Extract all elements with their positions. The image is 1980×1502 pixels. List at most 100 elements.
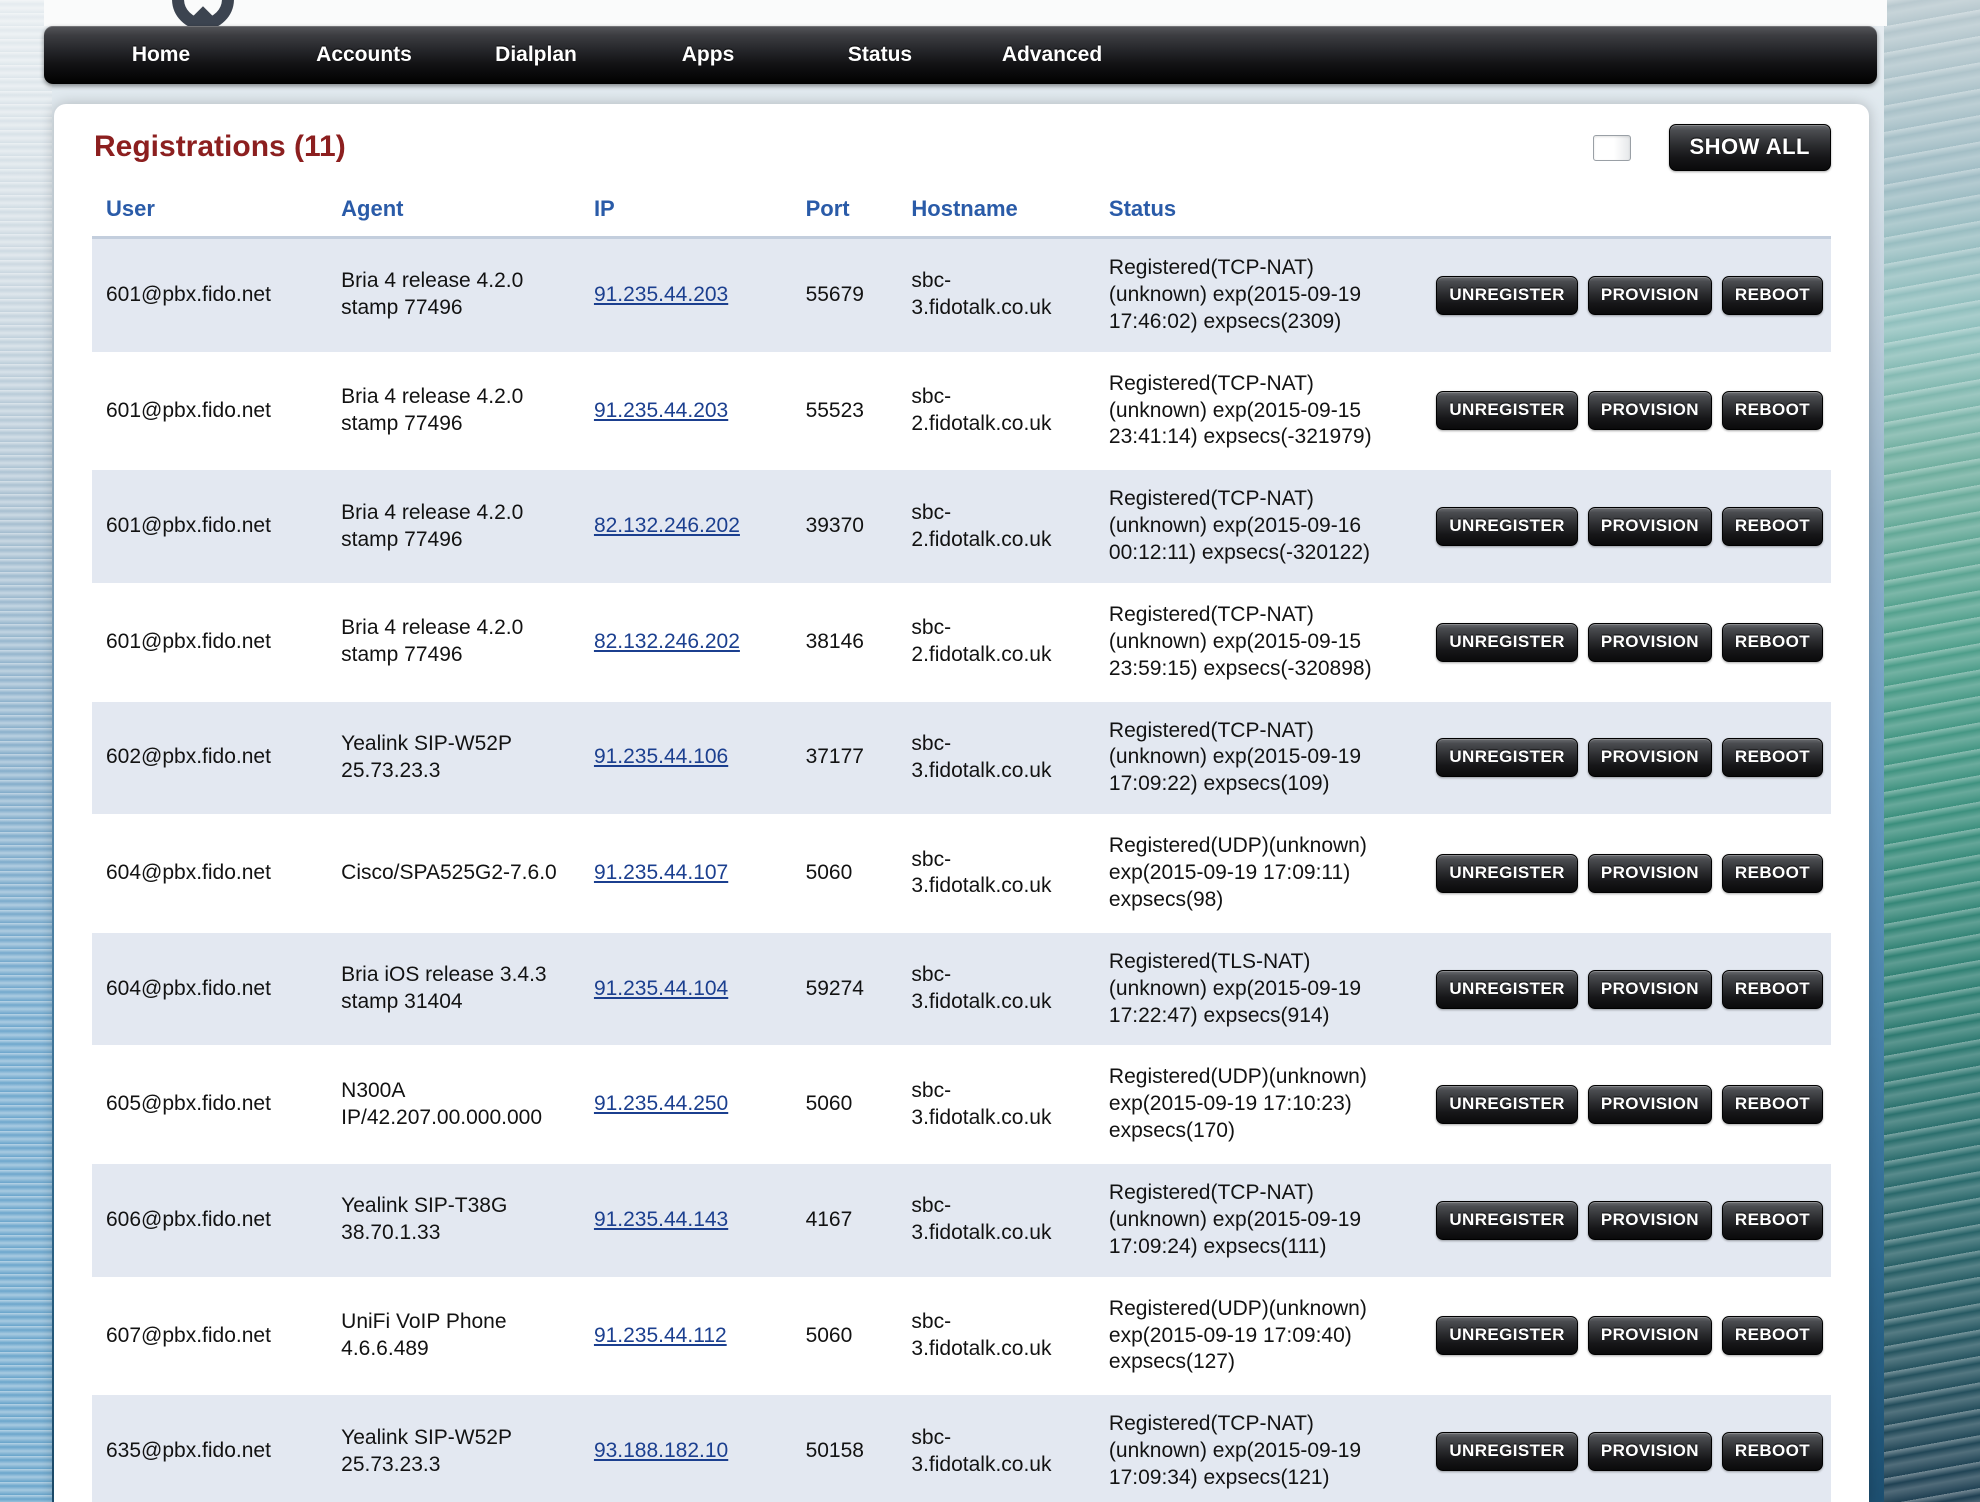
cell-ip-text[interactable]: 82.132.246.202 bbox=[594, 514, 740, 537]
reboot-button[interactable]: REBOOT bbox=[1721, 507, 1824, 547]
cell-agent: Bria 4 release 4.2.0 stamp 77496 bbox=[327, 584, 580, 702]
cell-port: 55679 bbox=[791, 237, 898, 355]
cell-port: 5060 bbox=[791, 1046, 898, 1164]
show-all-button[interactable]: SHOW ALL bbox=[1668, 124, 1831, 171]
table-row: 604@pbx.fido.net Cisco/SPA525G2-7.6.0 91.2… bbox=[92, 815, 1831, 933]
cell-status: Registered(TCP-NAT)(unknown) exp(2015-09… bbox=[1094, 353, 1413, 471]
provision-button[interactable]: PROVISION bbox=[1587, 969, 1712, 1009]
nav-item-advanced[interactable]: Advanced bbox=[966, 43, 1138, 67]
cell-ip-text[interactable]: 91.235.44.106 bbox=[594, 745, 728, 768]
provision-button[interactable]: PROVISION bbox=[1587, 391, 1712, 431]
provision-button[interactable]: PROVISION bbox=[1587, 275, 1712, 315]
cell-actions: UNREGISTER PROVISION REBOOT bbox=[1412, 931, 1831, 1049]
cell-port: 4167 bbox=[791, 1162, 898, 1280]
cell-ip-text[interactable]: 91.235.44.107 bbox=[594, 861, 728, 884]
column-header-user[interactable]: User bbox=[92, 190, 328, 239]
nav-item-home[interactable]: Home bbox=[44, 43, 278, 67]
nav-item-status[interactable]: Status bbox=[794, 43, 966, 67]
cell-hostname-text: sbc-3.fidotalk.co.uk bbox=[911, 1194, 1052, 1245]
reboot-button[interactable]: REBOOT bbox=[1721, 853, 1824, 893]
cell-ip-text[interactable]: 91.235.44.104 bbox=[594, 977, 728, 1000]
cell-user-text: 604@pbx.fido.net bbox=[106, 976, 271, 1000]
cell-port-text: 50158 bbox=[805, 1439, 864, 1463]
cell-actions: UNREGISTER PROVISION REBOOT bbox=[1412, 700, 1831, 818]
nav-item-apps[interactable]: Apps bbox=[622, 43, 794, 67]
cell-status: Registered(TCP-NAT)(unknown) exp(2015-09… bbox=[1094, 700, 1413, 818]
unregister-button[interactable]: UNREGISTER bbox=[1436, 1432, 1578, 1472]
unregister-button[interactable]: UNREGISTER bbox=[1436, 1316, 1578, 1356]
table-row: 606@pbx.fido.net Yealink SIP-T38G 38.70.1… bbox=[92, 1162, 1831, 1280]
provision-button[interactable]: PROVISION bbox=[1587, 738, 1712, 778]
reboot-button[interactable]: REBOOT bbox=[1721, 1432, 1824, 1472]
cell-hostname-text: sbc-3.fidotalk.co.uk bbox=[911, 847, 1052, 898]
cell-port: 39370 bbox=[791, 468, 898, 586]
unregister-button[interactable]: UNREGISTER bbox=[1436, 391, 1578, 431]
cell-ip: 91.235.44.143 bbox=[579, 1162, 792, 1280]
nav-item-dialplan[interactable]: Dialplan bbox=[450, 43, 622, 67]
nav-item-accounts[interactable]: Accounts bbox=[278, 43, 450, 67]
provision-button[interactable]: PROVISION bbox=[1587, 853, 1712, 893]
unregister-button[interactable]: UNREGISTER bbox=[1436, 969, 1578, 1009]
cell-hostname-text: sbc-3.fidotalk.co.uk bbox=[911, 269, 1052, 320]
reboot-button[interactable]: REBOOT bbox=[1721, 738, 1824, 778]
cell-hostname: sbc-2.fidotalk.co.uk bbox=[897, 584, 1095, 702]
cell-ip-text[interactable]: 93.188.182.10 bbox=[594, 1439, 728, 1462]
cell-ip-text[interactable]: 91.235.44.250 bbox=[594, 1092, 728, 1115]
cell-status-text: Registered(TCP-NAT)(unknown) exp(2015-09… bbox=[1108, 371, 1372, 449]
unregister-button[interactable]: UNREGISTER bbox=[1436, 622, 1578, 662]
cell-ip-text[interactable]: 91.235.44.143 bbox=[594, 1208, 728, 1231]
column-header-ip[interactable]: IP bbox=[579, 190, 792, 239]
provision-button[interactable]: PROVISION bbox=[1587, 1085, 1712, 1125]
unregister-button[interactable]: UNREGISTER bbox=[1436, 507, 1578, 547]
cell-ip-text[interactable]: 91.235.44.112 bbox=[594, 1324, 727, 1347]
cell-hostname: sbc-3.fidotalk.co.uk bbox=[897, 1162, 1095, 1280]
column-header-status[interactable]: Status bbox=[1094, 190, 1413, 239]
reboot-button[interactable]: REBOOT bbox=[1721, 622, 1824, 662]
table-header-row: User Agent IP Port Hostname Status bbox=[92, 190, 1831, 239]
reboot-button[interactable]: REBOOT bbox=[1721, 1085, 1824, 1125]
cell-ip-text[interactable]: 82.132.246.202 bbox=[594, 630, 740, 653]
registrations-panel: Registrations (11) SHOW ALL User Agent I… bbox=[54, 104, 1869, 1502]
column-header-agent[interactable]: Agent bbox=[327, 190, 580, 239]
unregister-button[interactable]: UNREGISTER bbox=[1436, 275, 1578, 315]
cell-agent: Yealink SIP-W52P 25.73.23.3 bbox=[327, 700, 580, 818]
column-header-port[interactable]: Port bbox=[791, 190, 898, 239]
table-body: 601@pbx.fido.net Bria 4 release 4.2.0 sta… bbox=[92, 237, 1831, 1502]
unregister-button[interactable]: UNREGISTER bbox=[1436, 1200, 1578, 1240]
cell-status: Registered(TCP-NAT)(unknown) exp(2015-09… bbox=[1094, 1162, 1413, 1280]
unregister-button[interactable]: UNREGISTER bbox=[1436, 738, 1578, 778]
cell-hostname-text: sbc-3.fidotalk.co.uk bbox=[911, 1425, 1052, 1476]
auto-refresh-toggle[interactable] bbox=[1592, 134, 1631, 161]
cell-user: 601@pbx.fido.net bbox=[92, 468, 328, 586]
cell-status-text: Registered(TCP-NAT)(unknown) exp(2015-09… bbox=[1108, 602, 1372, 680]
cell-user: 604@pbx.fido.net bbox=[92, 931, 328, 1049]
reboot-button[interactable]: REBOOT bbox=[1721, 275, 1824, 315]
reboot-button[interactable]: REBOOT bbox=[1721, 969, 1824, 1009]
cell-ip-text[interactable]: 91.235.44.203 bbox=[594, 399, 728, 422]
cell-agent-text: Yealink SIP-W52P 25.73.23.3 bbox=[341, 731, 512, 782]
unregister-button[interactable]: UNREGISTER bbox=[1436, 1085, 1578, 1125]
cell-agent: Bria 4 release 4.2.0 stamp 77496 bbox=[327, 353, 580, 471]
cell-ip-text[interactable]: 91.235.44.203 bbox=[594, 283, 728, 306]
cell-hostname: sbc-2.fidotalk.co.uk bbox=[897, 353, 1095, 471]
cell-user: 606@pbx.fido.net bbox=[92, 1162, 328, 1280]
cell-hostname: sbc-3.fidotalk.co.uk bbox=[897, 700, 1095, 818]
unregister-button[interactable]: UNREGISTER bbox=[1436, 853, 1578, 893]
provision-button[interactable]: PROVISION bbox=[1587, 1200, 1712, 1240]
provision-button[interactable]: PROVISION bbox=[1587, 1316, 1712, 1356]
column-header-hostname[interactable]: Hostname bbox=[897, 190, 1095, 239]
cell-hostname-text: sbc-2.fidotalk.co.uk bbox=[911, 616, 1052, 667]
cell-port-text: 5060 bbox=[805, 1323, 853, 1347]
provision-button[interactable]: PROVISION bbox=[1587, 622, 1712, 662]
cell-actions: UNREGISTER PROVISION REBOOT bbox=[1412, 237, 1831, 355]
provision-button[interactable]: PROVISION bbox=[1587, 507, 1712, 547]
cell-status-text: Registered(TCP-NAT)(unknown) exp(2015-09… bbox=[1108, 487, 1371, 564]
reboot-button[interactable]: REBOOT bbox=[1721, 391, 1824, 431]
cell-ip: 93.188.182.10 bbox=[579, 1393, 792, 1502]
reboot-button[interactable]: REBOOT bbox=[1721, 1316, 1824, 1356]
cell-agent: Yealink SIP-T38G 38.70.1.33 bbox=[327, 1162, 580, 1280]
reboot-button[interactable]: REBOOT bbox=[1721, 1200, 1824, 1240]
provision-button[interactable]: PROVISION bbox=[1587, 1432, 1712, 1472]
cell-agent-text: Cisco/SPA525G2-7.6.0 bbox=[341, 861, 557, 884]
cell-user-text: 607@pbx.fido.net bbox=[106, 1323, 271, 1347]
